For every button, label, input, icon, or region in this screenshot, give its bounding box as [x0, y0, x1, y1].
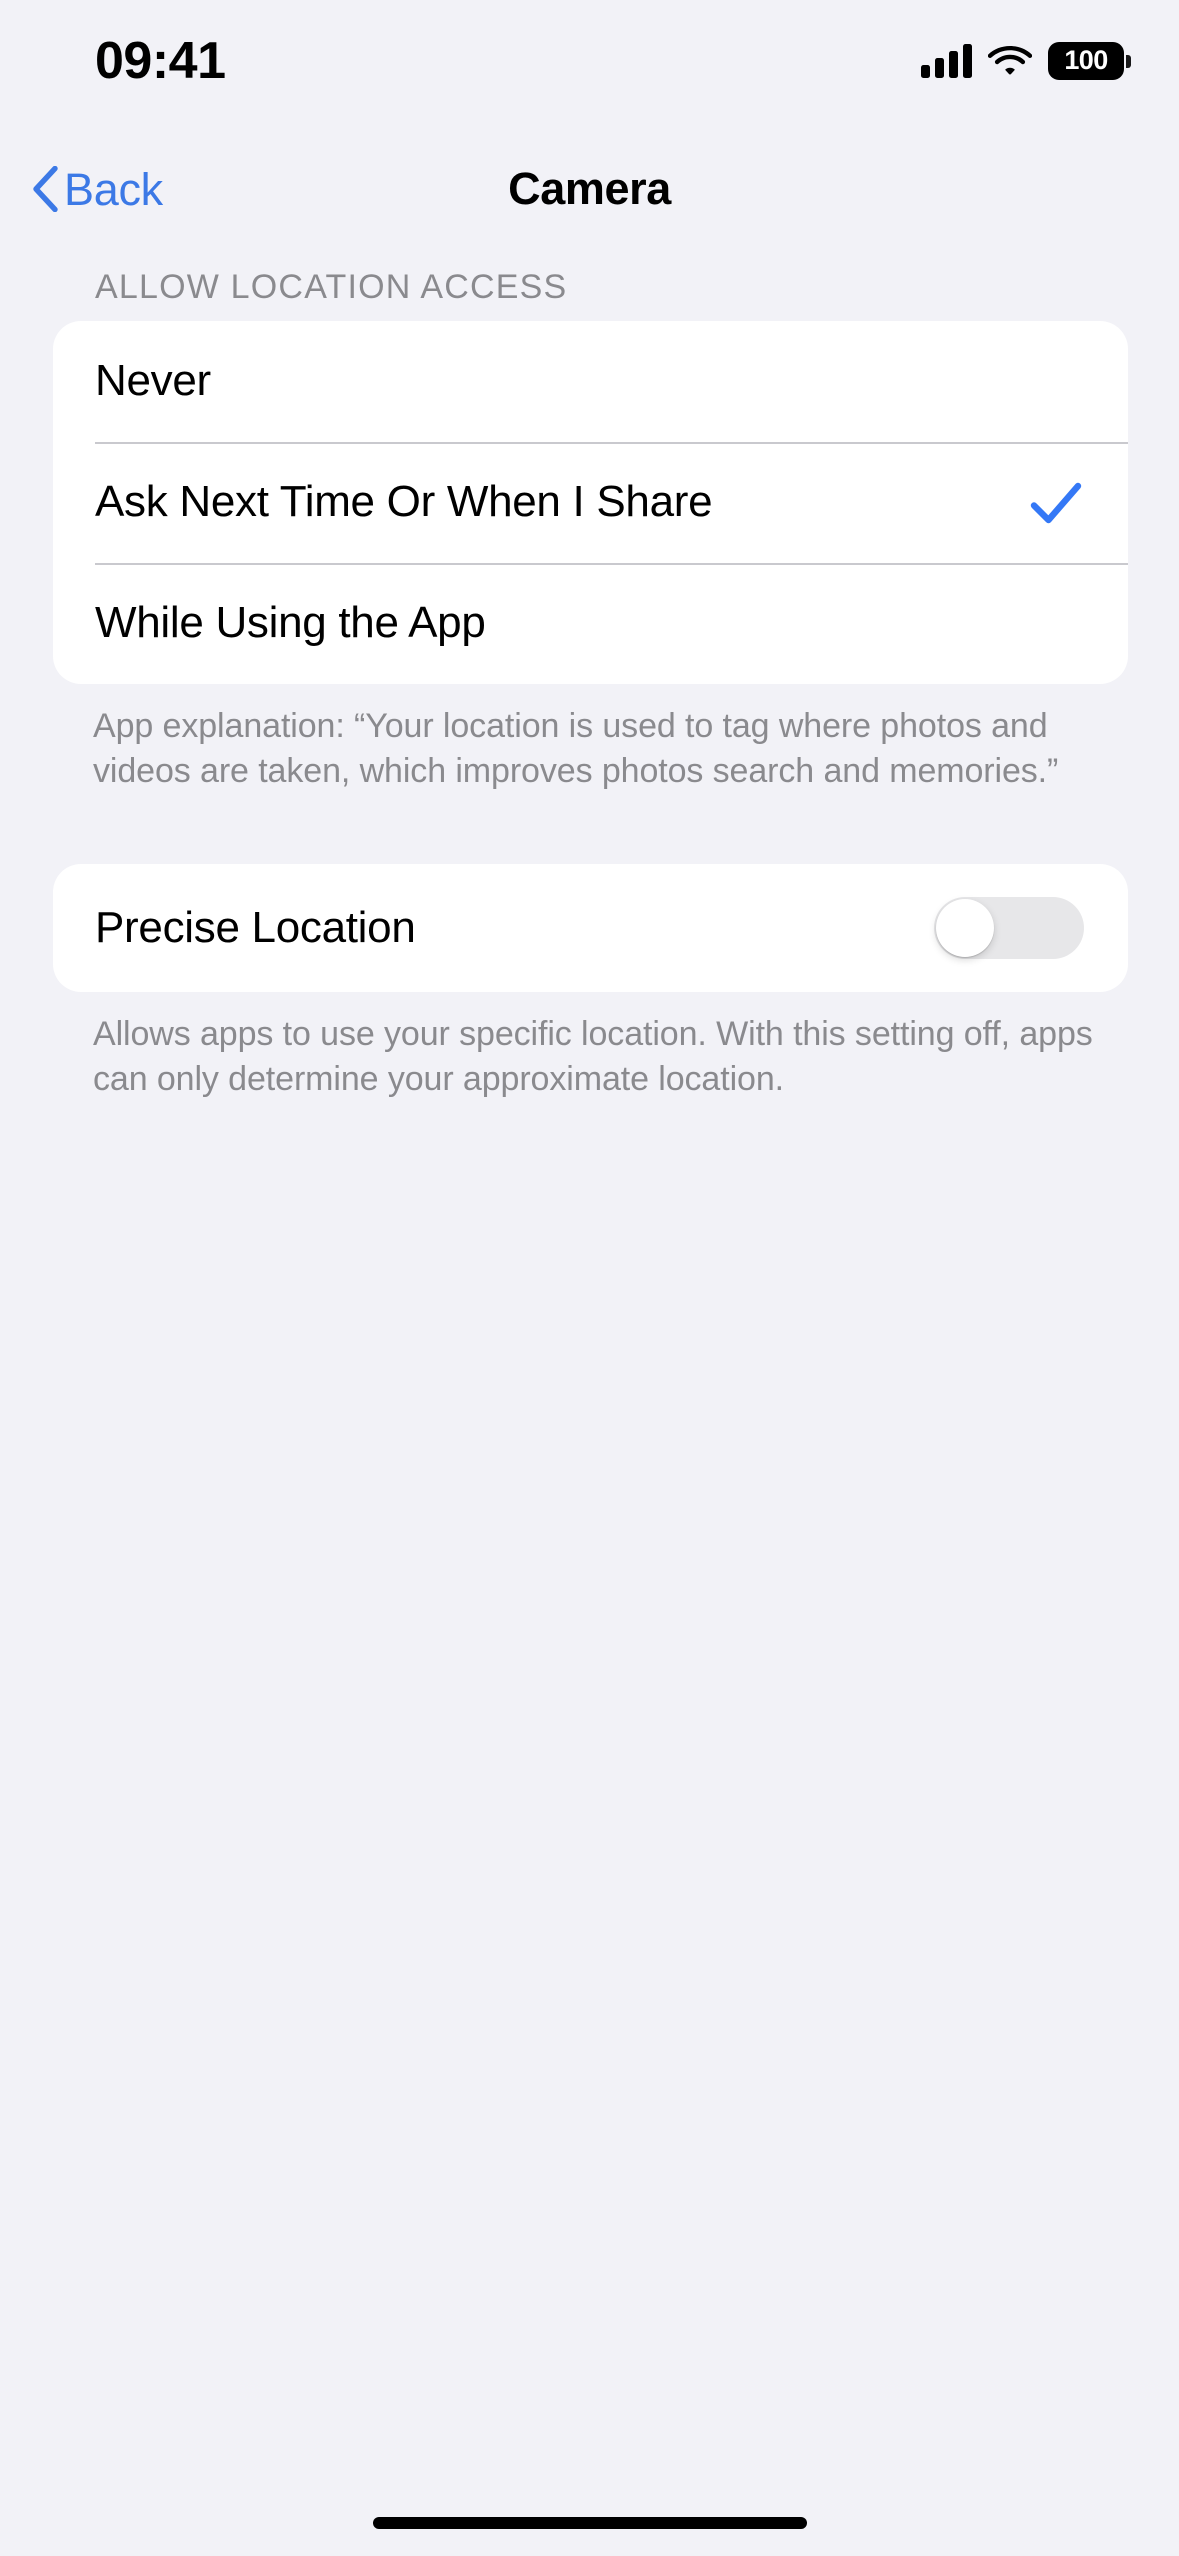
- battery-percent-label: 100: [1064, 45, 1108, 75]
- cellular-bars-icon: [921, 44, 972, 78]
- precise-location-footer: Allows apps to use your specific locatio…: [93, 1015, 1093, 1098]
- option-row-ask-next-time[interactable]: Ask Next Time Or When I Share: [53, 442, 1128, 563]
- status-bar: 09:41 100: [0, 0, 1179, 135]
- checkmark-icon: [1028, 475, 1084, 531]
- option-label: Ask Next Time Or When I Share: [95, 477, 713, 527]
- precise-location-row[interactable]: Precise Location: [53, 864, 1128, 992]
- option-row-never[interactable]: Never: [53, 321, 1128, 442]
- status-bar-indicators: 100: [921, 38, 1131, 84]
- location-access-options-card: Never Ask Next Time Or When I Share Whil…: [53, 321, 1128, 684]
- battery-full-icon: 100: [1048, 42, 1131, 80]
- wifi-icon: [988, 45, 1032, 77]
- precise-location-label: Precise Location: [95, 902, 416, 952]
- page-title: Camera: [508, 163, 671, 214]
- precise-location-card: Precise Location: [53, 864, 1128, 992]
- status-bar-time: 09:41: [95, 32, 226, 90]
- toggle-knob: [936, 899, 994, 957]
- navigation-bar: Back Camera: [0, 135, 1179, 245]
- option-row-while-using-the-app[interactable]: While Using the App: [53, 563, 1128, 684]
- precise-location-toggle[interactable]: [934, 897, 1084, 959]
- home-indicator[interactable]: [372, 2517, 807, 2529]
- option-label: Never: [95, 356, 211, 406]
- settings-content: ALLOW LOCATION ACCESS Never Ask Next Tim…: [0, 245, 1179, 1102]
- location-access-footer: App explanation: “Your location is used …: [93, 707, 1059, 790]
- section-header-allow-location-access: ALLOW LOCATION ACCESS: [95, 268, 568, 306]
- option-label: While Using the App: [95, 598, 486, 648]
- iphone-screen: 09:41 100 Back Camera ALLOW LOCATION ACC…: [0, 0, 1179, 2556]
